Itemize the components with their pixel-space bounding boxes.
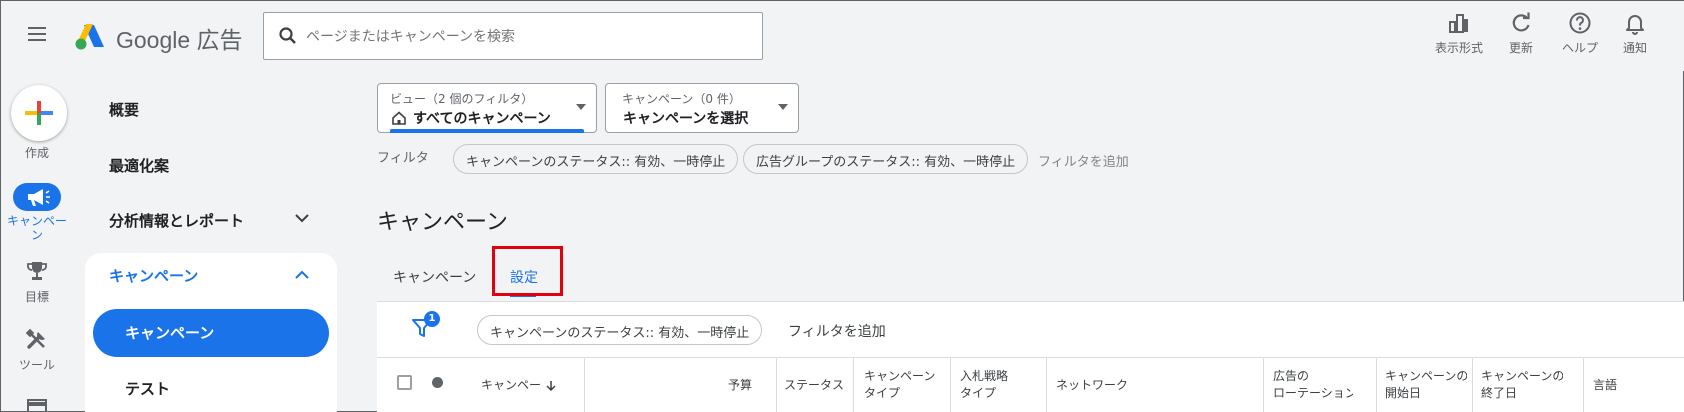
refresh-icon <box>1512 12 1530 32</box>
appearance-icon <box>1449 14 1468 33</box>
bell-icon <box>1626 15 1644 35</box>
filter-chip-adgroup-status[interactable]: 広告グループのステータス:: 有効、一時停止 <box>743 144 1029 174</box>
search-input[interactable] <box>306 25 746 49</box>
nav-item-campaigns-label: キャンペーン <box>125 324 215 342</box>
create-label: 作成 <box>24 146 49 160</box>
top-app-bar: Google 広告 表示形式 更新 ヘルプ <box>1 1 1684 71</box>
search-icon <box>279 27 296 44</box>
rail-campaigns-button[interactable] <box>13 183 61 211</box>
nav-item-test[interactable]: テスト <box>125 378 170 399</box>
column-start-date[interactable]: キャンペーンの 開始日 <box>1385 357 1467 412</box>
column-end-line1: キャンペーンの <box>1481 369 1563 383</box>
column-campaign[interactable]: キャンペー <box>481 357 561 412</box>
table-add-filter[interactable]: フィルタを追加 <box>788 321 886 341</box>
column-bid-strategy[interactable]: 入札戦略 タイプ <box>960 357 1040 412</box>
nav-overview[interactable]: 概要 <box>109 99 139 120</box>
rail-campaigns-label: キャンペー ン <box>6 214 67 242</box>
column-status[interactable]: ステータス <box>784 357 850 412</box>
filter-count-badge: 1 <box>424 311 440 327</box>
appearance-label: 表示形式 <box>1434 41 1483 55</box>
highlight-box <box>492 246 563 296</box>
notifications-button[interactable]: 通知 <box>1617 11 1653 56</box>
home-icon <box>392 111 406 125</box>
campaign-dropdown-sub: キャンペーン（0 件） <box>622 92 741 106</box>
active-indicator <box>390 129 584 133</box>
plus-icon <box>25 101 53 125</box>
column-ad-rotation[interactable]: 広告の ローテーション <box>1273 357 1353 412</box>
appearance-button[interactable]: 表示形式 <box>1429 11 1489 56</box>
chevron-up-icon[interactable] <box>294 269 310 281</box>
column-network[interactable]: ネットワーク <box>1056 357 1176 412</box>
table-filter-chip[interactable]: キャンペーンのステータス:: 有効、一時停止 <box>477 315 763 345</box>
column-separator <box>950 357 951 412</box>
column-language[interactable]: 言語 <box>1593 357 1653 412</box>
nav-campaigns-title[interactable]: キャンペーン <box>109 265 198 286</box>
column-separator <box>776 357 777 412</box>
view-dropdown[interactable]: ビュー（2 個のフィルタ） すべてのキャンペーン <box>377 83 597 133</box>
google-ads-logo[interactable] <box>73 21 105 51</box>
column-rotation-line2: ローテーション <box>1273 386 1353 400</box>
refresh-button[interactable]: 更新 <box>1501 11 1541 56</box>
campaign-dropdown-value: キャンペーンを選択 <box>623 111 749 127</box>
rail-goals-label: 目標 <box>24 290 49 304</box>
add-filter-link[interactable]: フィルタを追加 <box>1038 151 1129 170</box>
column-separator <box>584 357 585 412</box>
caret-down-icon <box>778 104 788 110</box>
column-campaign-type[interactable]: キャンペーン タイプ <box>864 357 944 412</box>
tab-campaigns[interactable]: キャンペーン <box>393 267 476 287</box>
column-rotation-line1: 広告の <box>1273 369 1310 383</box>
help-icon <box>1569 12 1591 34</box>
view-dropdown-sub: ビュー（2 個のフィルタ） <box>390 92 534 106</box>
view-dropdown-value: すべてのキャンペーン <box>413 111 551 127</box>
campaign-dropdown[interactable]: キャンペーン（0 件） キャンペーンを選択 <box>605 83 799 133</box>
rail-tools-label: ツール <box>18 358 55 372</box>
search-box[interactable] <box>263 12 763 60</box>
create-button[interactable] <box>11 85 67 141</box>
column-separator <box>1046 357 1047 412</box>
notifications-label: 通知 <box>1622 41 1647 55</box>
billing-icon[interactable] <box>25 399 49 412</box>
megaphone-icon <box>28 189 50 206</box>
trophy-icon[interactable] <box>25 259 49 283</box>
help-label: ヘルプ <box>1561 41 1598 55</box>
filter-label: フィルタ <box>377 151 429 166</box>
arrow-down-icon <box>546 380 556 391</box>
caret-down-icon <box>576 104 586 110</box>
column-separator <box>1376 357 1377 412</box>
app-title: Google 広告 <box>116 27 243 53</box>
tools-icon[interactable] <box>25 328 49 352</box>
refresh-label: 更新 <box>1508 41 1533 55</box>
column-bid-line1: 入札戦略 <box>960 369 1009 383</box>
column-budget[interactable]: 予算 <box>728 357 778 412</box>
select-all-checkbox[interactable] <box>397 375 412 390</box>
column-separator <box>1472 357 1473 412</box>
menu-icon[interactable] <box>25 23 49 47</box>
column-campaign-label: キャンペー <box>481 378 542 392</box>
column-end-line2: 終了日 <box>1481 386 1518 400</box>
column-type-line1: キャンペーン <box>864 369 936 383</box>
chevron-down-icon[interactable] <box>294 212 310 224</box>
column-separator <box>1583 357 1584 412</box>
nav-insights[interactable]: 分析情報とレポート <box>109 210 244 231</box>
page-title: キャンペーン <box>377 210 508 235</box>
column-end-date[interactable]: キャンペーンの 終了日 <box>1481 357 1563 412</box>
filter-chip-campaign-status[interactable]: キャンペーンのステータス:: 有効、一時停止 <box>453 144 739 174</box>
column-separator <box>1263 357 1264 412</box>
nav-recommendations[interactable]: 最適化案 <box>109 155 169 176</box>
column-type-line2: タイプ <box>864 386 901 400</box>
column-start-line2: 開始日 <box>1385 386 1422 400</box>
help-button[interactable]: ヘルプ <box>1557 11 1603 56</box>
column-separator <box>853 357 854 412</box>
column-start-line1: キャンペーンの <box>1385 369 1467 383</box>
status-dot-icon[interactable] <box>432 377 443 388</box>
column-bid-line2: タイプ <box>960 386 997 400</box>
